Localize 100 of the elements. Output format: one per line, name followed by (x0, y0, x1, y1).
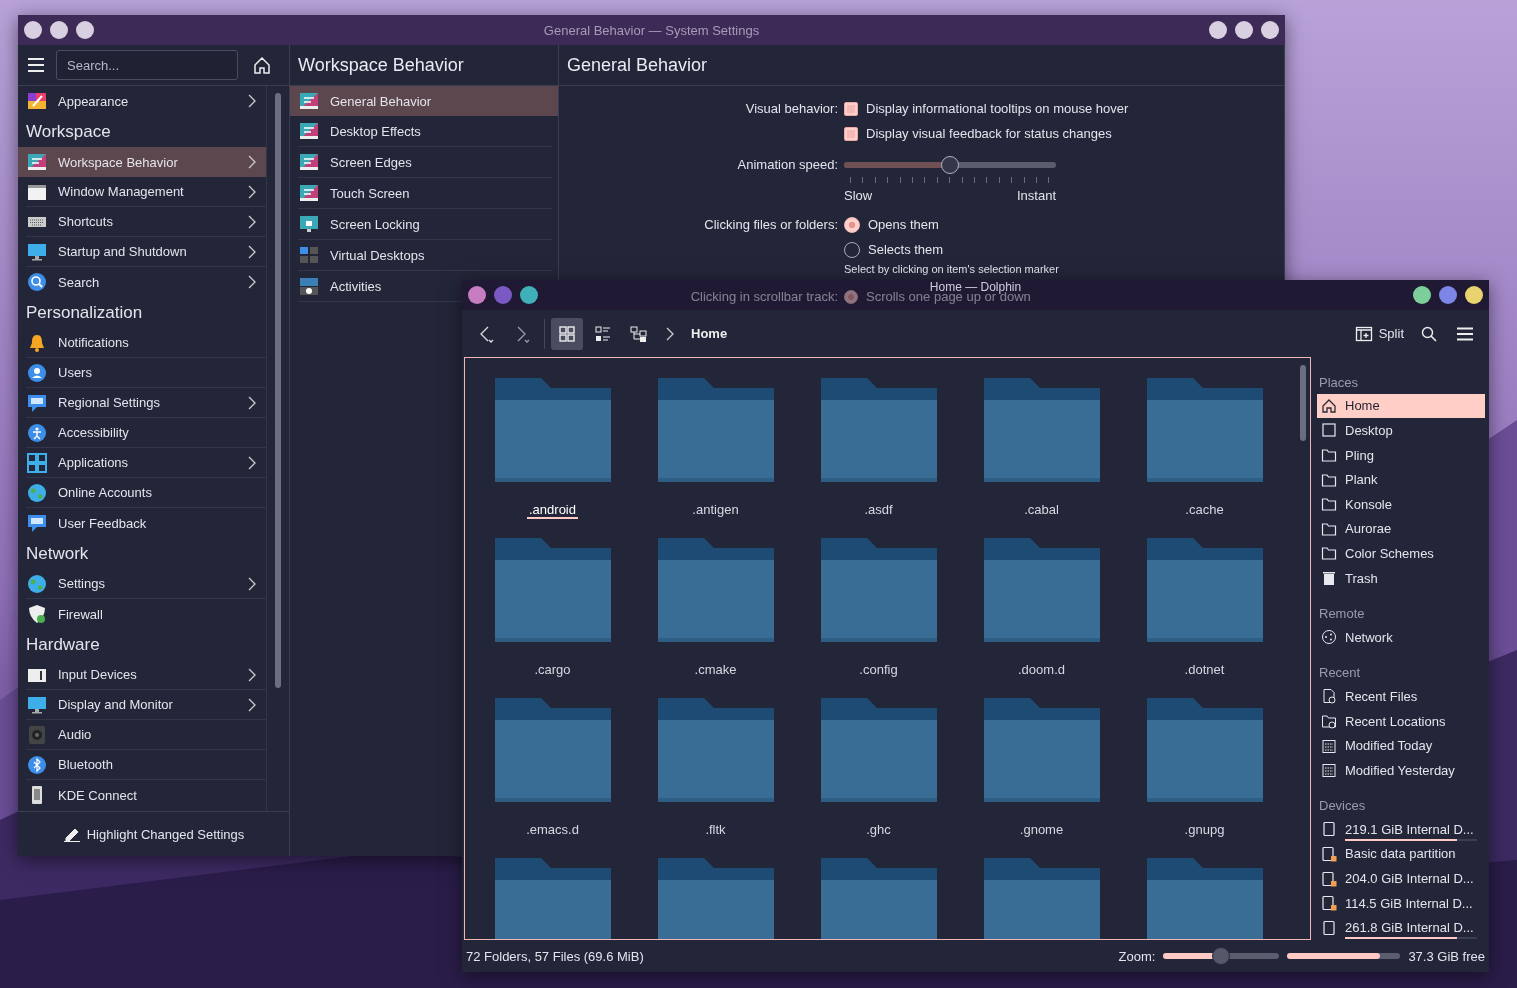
place-item[interactable]: Recent Locations (1317, 708, 1485, 734)
folder-icon[interactable] (820, 538, 937, 642)
file-name[interactable]: .emacs.d (524, 822, 581, 839)
window-button[interactable] (1209, 21, 1227, 39)
file-name[interactable]: .gnupg (1182, 822, 1227, 839)
folder-icon[interactable] (820, 378, 937, 482)
breadcrumb[interactable]: Home (685, 326, 734, 341)
window-button[interactable] (1439, 286, 1457, 304)
file-name[interactable]: .android (527, 502, 578, 519)
place-item[interactable]: Modified Today (1317, 733, 1485, 758)
window-button[interactable] (520, 286, 538, 304)
file-name[interactable]: .cabal (1022, 502, 1061, 519)
window-button[interactable] (1465, 286, 1483, 304)
place-item[interactable]: Plank (1317, 467, 1485, 492)
folder-icon[interactable] (657, 858, 774, 939)
place-item[interactable]: Trash (1317, 565, 1485, 591)
place-item[interactable]: Basic data partition (1317, 841, 1485, 867)
place-item[interactable]: Konsole (1317, 491, 1485, 517)
speed-slider[interactable] (844, 154, 1056, 175)
sidebar-item[interactable]: Bluetooth (26, 750, 266, 780)
sidebar-item[interactable]: Shortcuts (26, 207, 266, 237)
window-button[interactable] (76, 21, 94, 39)
list-item[interactable]: Desktop Effects (298, 116, 463, 146)
view-mode-button[interactable] (551, 317, 583, 350)
folder-icon[interactable] (657, 538, 774, 642)
window-button[interactable] (50, 21, 68, 39)
checkbox[interactable] (844, 101, 858, 116)
file-name[interactable]: .cargo (532, 662, 573, 679)
folder-icon[interactable] (657, 698, 774, 802)
highlight-button[interactable]: Highlight Changed Settings (56, 825, 251, 843)
sidebar-item[interactable]: Users (26, 358, 266, 388)
sidebar-item[interactable]: Display and Monitor (26, 690, 266, 720)
sidebar-item[interactable]: Startup and Shutdown (26, 237, 266, 267)
folder-icon[interactable] (1146, 378, 1263, 482)
sidebar-item[interactable]: Online Accounts (26, 478, 266, 508)
place-item[interactable]: Color Schemes (1317, 541, 1485, 566)
sidebar-item[interactable]: Window Management (26, 177, 266, 207)
zoom-slider[interactable] (1163, 947, 1280, 965)
file-name[interactable]: .doom.d (1016, 662, 1067, 679)
file-name[interactable]: .config (857, 662, 900, 679)
file-name[interactable]: .cmake (692, 662, 739, 679)
place-item[interactable]: Home (1317, 393, 1485, 419)
sidebar-item[interactable]: Settings (26, 569, 266, 599)
place-item[interactable]: Modified Yesterday (1317, 757, 1485, 783)
place-item[interactable]: 204.0 GiB Internal D... (1317, 866, 1485, 891)
window-button[interactable] (1261, 21, 1279, 39)
place-item[interactable]: Network (1317, 624, 1485, 650)
place-item[interactable]: Aurorae (1317, 516, 1485, 542)
split-button[interactable]: Split (1349, 317, 1409, 350)
folder-icon[interactable] (983, 538, 1100, 642)
place-item[interactable]: Recent Files (1317, 684, 1485, 709)
file-name[interactable]: .antigen (690, 502, 741, 519)
folder-icon[interactable] (1146, 858, 1263, 939)
sidebar-item[interactable]: Workspace Behavior (18, 147, 266, 177)
menu-icon[interactable] (26, 57, 46, 73)
place-item[interactable]: Pling (1317, 442, 1485, 468)
folder-icon[interactable] (983, 858, 1100, 939)
sidebar-item[interactable]: Regional Settings (26, 388, 266, 418)
home-icon[interactable] (252, 55, 272, 75)
sidebar-item[interactable]: Appearance (18, 86, 266, 116)
place-item[interactable]: 114.5 GiB Internal D... (1317, 890, 1485, 916)
folder-icon[interactable] (494, 698, 611, 802)
scrollbar-thumb[interactable] (275, 93, 281, 688)
folder-icon[interactable] (820, 698, 937, 802)
file-name[interactable]: .ghc (864, 822, 893, 839)
folder-icon[interactable] (494, 858, 611, 939)
place-item[interactable]: 219.1 GiB Internal D... (1317, 817, 1485, 842)
file-name[interactable]: .fltk (703, 822, 728, 839)
file-name[interactable]: .gnome (1017, 822, 1066, 839)
list-item[interactable]: Screen Edges (298, 147, 463, 177)
sidebar-item[interactable]: User Feedback (18, 508, 266, 538)
slider-thumb[interactable] (941, 155, 959, 174)
place-item[interactable]: 261.8 GiB Internal D... (1317, 915, 1485, 941)
list-item[interactable]: Virtual Desktops (298, 240, 463, 270)
place-item[interactable]: Desktop (1317, 418, 1485, 443)
folder-icon[interactable] (1146, 538, 1263, 642)
sidebar-item[interactable]: Firewall (18, 599, 266, 629)
window-button[interactable] (1413, 286, 1431, 304)
window-button[interactable] (468, 286, 486, 304)
folder-icon[interactable] (820, 858, 937, 939)
list-item[interactable]: General Behavior (290, 86, 558, 116)
window-button[interactable] (1235, 21, 1253, 39)
checkbox[interactable] (844, 126, 858, 141)
folder-icon[interactable] (494, 538, 611, 642)
sidebar-item[interactable]: KDE Connect (18, 780, 266, 810)
list-item[interactable]: Screen Locking (298, 209, 463, 239)
radio-button[interactable] (844, 216, 860, 233)
sidebar-item[interactable]: Input Devices (26, 660, 266, 690)
file-name[interactable]: .dotnet (1182, 662, 1227, 679)
folder-icon[interactable] (494, 378, 611, 482)
sidebar-item[interactable]: Accessibility (26, 418, 266, 448)
sidebar-item[interactable]: Search (18, 267, 266, 297)
scrollbar-thumb[interactable] (1300, 365, 1306, 441)
file-name[interactable]: .asdf (862, 502, 895, 519)
folder-icon[interactable] (983, 378, 1100, 482)
list-item[interactable]: Touch Screen (298, 178, 463, 208)
folder-icon[interactable] (983, 698, 1100, 802)
folder-icon[interactable] (1146, 698, 1263, 802)
file-name[interactable]: .cache (1183, 502, 1226, 519)
sidebar-item[interactable]: Notifications (26, 328, 266, 358)
